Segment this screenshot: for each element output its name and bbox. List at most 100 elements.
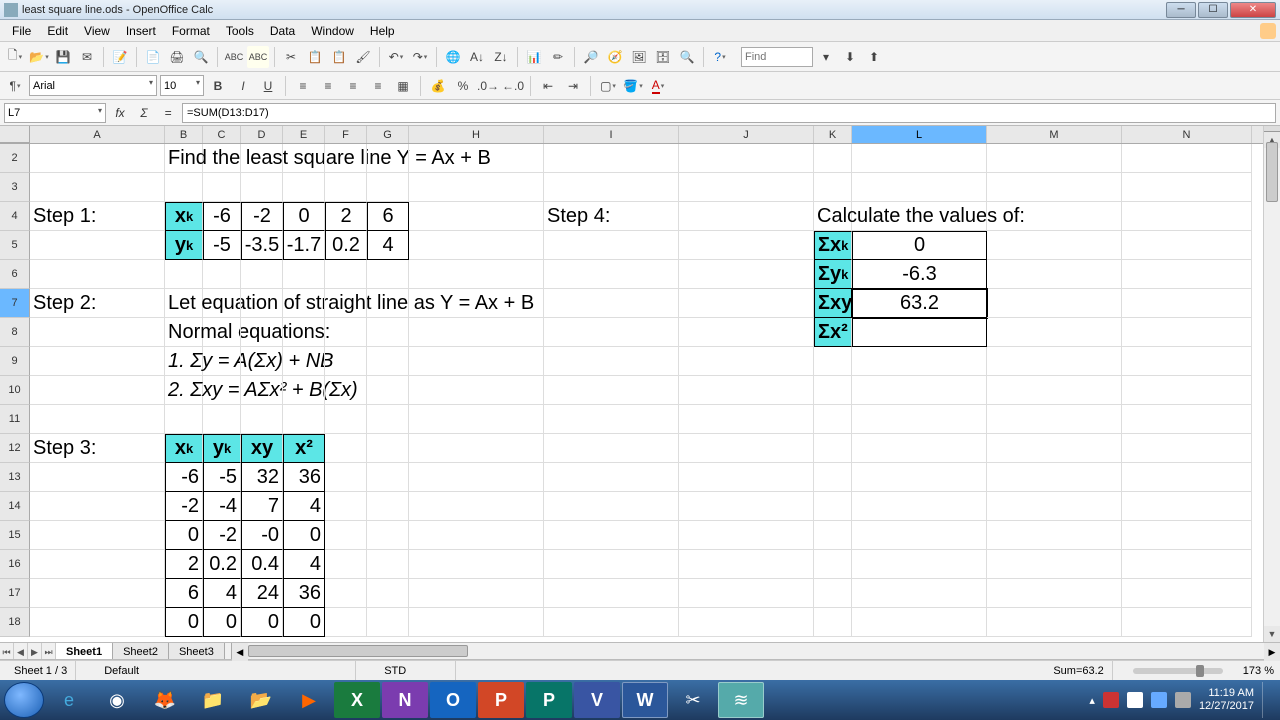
col-header-M[interactable]: M bbox=[987, 126, 1122, 143]
cell[interactable] bbox=[987, 347, 1122, 376]
cell[interactable] bbox=[852, 608, 987, 637]
show-draw-button[interactable]: ✏ bbox=[547, 46, 569, 68]
remove-decimal-button[interactable]: ←.0 bbox=[502, 75, 524, 97]
cell[interactable] bbox=[165, 173, 203, 202]
cell[interactable] bbox=[852, 579, 987, 608]
tab-first-button[interactable]: ⏮ bbox=[0, 643, 14, 659]
cell[interactable] bbox=[544, 318, 679, 347]
cell[interactable]: -5 bbox=[203, 463, 241, 492]
cell[interactable] bbox=[325, 579, 367, 608]
merge-cells-button[interactable]: ▦ bbox=[392, 75, 414, 97]
cell[interactable]: 0.4 bbox=[241, 550, 283, 579]
cell[interactable] bbox=[367, 521, 409, 550]
cell[interactable] bbox=[544, 173, 679, 202]
tray-network-icon[interactable] bbox=[1151, 692, 1167, 708]
cell[interactable]: -6.3 bbox=[852, 260, 987, 289]
show-desktop-button[interactable] bbox=[1262, 682, 1270, 718]
taskbar-folder-icon[interactable]: 📂 bbox=[238, 682, 284, 718]
undo-button[interactable]: ↶ bbox=[385, 46, 407, 68]
cell[interactable] bbox=[203, 347, 241, 376]
preview-button[interactable]: 🔍 bbox=[190, 46, 212, 68]
cell[interactable]: -3.5 bbox=[241, 231, 283, 260]
align-justify-button[interactable]: ≡ bbox=[367, 75, 389, 97]
cell[interactable] bbox=[1122, 521, 1252, 550]
cell[interactable] bbox=[367, 289, 409, 318]
row-header[interactable]: 3 bbox=[0, 173, 30, 202]
scroll-down-button[interactable]: ▼ bbox=[1264, 626, 1280, 642]
cell[interactable] bbox=[852, 173, 987, 202]
cell[interactable] bbox=[987, 260, 1122, 289]
cell[interactable]: Step 1: bbox=[30, 202, 165, 231]
cell[interactable] bbox=[1122, 463, 1252, 492]
status-sum[interactable]: Sum=63.2 bbox=[1045, 661, 1112, 680]
cell[interactable]: 4 bbox=[203, 579, 241, 608]
cell[interactable] bbox=[544, 521, 679, 550]
cell[interactable] bbox=[30, 173, 165, 202]
increase-indent-button[interactable]: ⇥ bbox=[562, 75, 584, 97]
row-header[interactable]: 5 bbox=[0, 231, 30, 260]
cell[interactable] bbox=[409, 579, 544, 608]
cell-grid[interactable]: Find the least square line Y = Ax + B St… bbox=[30, 144, 1263, 637]
cell[interactable] bbox=[852, 463, 987, 492]
col-header-I[interactable]: I bbox=[544, 126, 679, 143]
cell[interactable] bbox=[679, 579, 814, 608]
cell[interactable] bbox=[544, 434, 679, 463]
cell[interactable] bbox=[814, 492, 852, 521]
redo-button[interactable]: ↷ bbox=[409, 46, 431, 68]
percent-button[interactable]: % bbox=[452, 75, 474, 97]
find-dropdown[interactable]: ▾ bbox=[815, 46, 837, 68]
cell[interactable] bbox=[987, 405, 1122, 434]
cell[interactable] bbox=[203, 405, 241, 434]
cell[interactable] bbox=[987, 202, 1122, 231]
column-headers[interactable]: A B C D E F G H I J K L M N bbox=[0, 126, 1263, 144]
cell[interactable]: 2 bbox=[325, 202, 367, 231]
cell[interactable] bbox=[1122, 231, 1252, 260]
taskbar-media-icon[interactable]: ▶ bbox=[286, 682, 332, 718]
row-header[interactable]: 18 bbox=[0, 608, 30, 637]
cell[interactable] bbox=[1122, 173, 1252, 202]
cell[interactable] bbox=[679, 231, 814, 260]
row-header[interactable]: 2 bbox=[0, 144, 30, 173]
menu-data[interactable]: Data bbox=[262, 21, 303, 41]
cell[interactable]: yk bbox=[203, 434, 241, 463]
cell[interactable] bbox=[679, 289, 814, 318]
start-button[interactable] bbox=[4, 682, 44, 718]
cell[interactable]: xk bbox=[165, 202, 203, 231]
cell[interactable] bbox=[283, 376, 325, 405]
vertical-scrollbar[interactable]: ▲ ▼ bbox=[1263, 126, 1280, 642]
cell[interactable] bbox=[241, 173, 283, 202]
cell[interactable] bbox=[30, 550, 165, 579]
cell[interactable] bbox=[283, 318, 325, 347]
cell[interactable] bbox=[203, 318, 241, 347]
col-header-H[interactable]: H bbox=[409, 126, 544, 143]
cell[interactable] bbox=[679, 405, 814, 434]
cell[interactable]: 0 bbox=[283, 202, 325, 231]
cell[interactable] bbox=[30, 463, 165, 492]
tab-last-button[interactable]: ⏭ bbox=[42, 643, 56, 659]
chart-button[interactable]: 📊 bbox=[523, 46, 545, 68]
cell[interactable]: xk bbox=[165, 434, 203, 463]
cell[interactable] bbox=[30, 521, 165, 550]
cell[interactable] bbox=[852, 434, 987, 463]
spellcheck-button[interactable]: ABC bbox=[223, 46, 245, 68]
cell[interactable] bbox=[852, 318, 987, 347]
cell[interactable] bbox=[1122, 260, 1252, 289]
cell[interactable] bbox=[679, 202, 814, 231]
cell[interactable] bbox=[30, 318, 165, 347]
cell[interactable] bbox=[987, 521, 1122, 550]
cell[interactable] bbox=[30, 144, 165, 173]
cell[interactable]: 0.2 bbox=[325, 231, 367, 260]
cell[interactable]: Let equation of straight line as Y = Ax … bbox=[165, 289, 203, 318]
row-headers[interactable]: 2 3 4 5 6 7 8 9 10 11 12 13 14 15 16 17 … bbox=[0, 144, 30, 637]
tray-show-hidden-icon[interactable]: ▴ bbox=[1089, 694, 1095, 707]
cell[interactable] bbox=[1122, 376, 1252, 405]
export-pdf-button[interactable]: 📄 bbox=[142, 46, 164, 68]
cell[interactable] bbox=[814, 434, 852, 463]
edit-file-button[interactable]: 📝 bbox=[109, 46, 131, 68]
cell[interactable] bbox=[814, 347, 852, 376]
cell[interactable]: -1.7 bbox=[283, 231, 325, 260]
cell[interactable] bbox=[367, 376, 409, 405]
format-paint-button[interactable]: 🖌 bbox=[352, 46, 374, 68]
cell[interactable] bbox=[852, 144, 987, 173]
cell[interactable] bbox=[852, 550, 987, 579]
